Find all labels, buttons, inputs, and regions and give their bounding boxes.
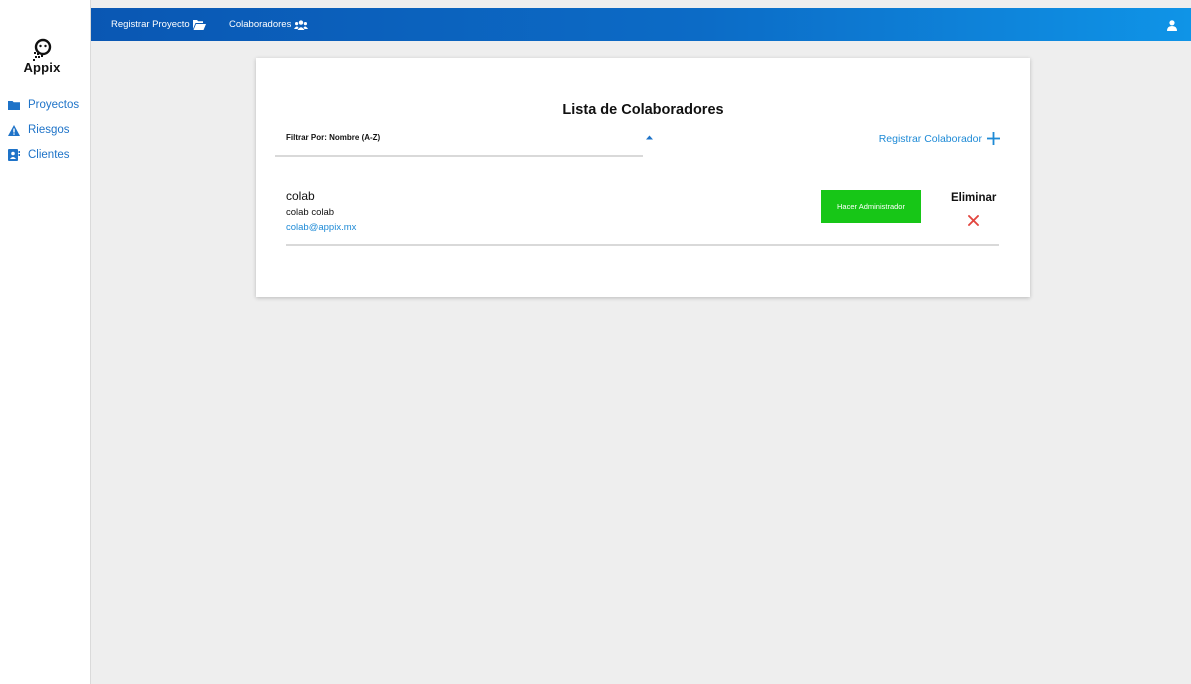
nav-label: Colaboradores [229, 19, 292, 30]
sidebar-item-label: Proyectos [28, 99, 80, 111]
make-admin-button[interactable]: Hacer Administrador [821, 190, 921, 223]
delete-button[interactable] [968, 213, 980, 226]
collaborator-username: colab [286, 189, 315, 203]
register-label: Registrar Colaborador [878, 132, 982, 145]
nav-registrar-proyecto[interactable]: Registrar Proyecto [111, 8, 206, 41]
collaborator-email-link[interactable]: colab@appix.mx [286, 222, 356, 233]
collaborators-card: Lista de Colaboradores Filtrar Por: Nomb… [256, 58, 1030, 297]
page-title: Lista de Colaboradores [562, 102, 724, 118]
user-menu-button[interactable] [1167, 18, 1179, 31]
nav-label: Registrar Proyecto [111, 19, 190, 30]
register-collaborator-link[interactable]: Registrar Colaborador [879, 132, 1000, 145]
delete-label: Eliminar [951, 192, 997, 204]
logo-mark-icon [33, 38, 52, 61]
collaborator-item: colab colab colab colab@appix.mx [286, 189, 356, 233]
sidebar-item-proyectos[interactable]: Proyectos [8, 97, 79, 113]
filter-label: Filtrar Por: Nombre (A-Z) [286, 133, 381, 142]
sidebar-item-clientes[interactable]: Clientes [8, 147, 70, 163]
app-logo[interactable]: Appix [20, 38, 64, 75]
sidebar-item-label: Clientes [28, 149, 70, 161]
folder-open-icon [192, 19, 206, 30]
users-icon [294, 19, 309, 30]
logo-text: Appix [23, 60, 61, 75]
user-icon [1167, 20, 1177, 31]
sidebar: Appix Proyectos Riesgos Clientes [0, 0, 91, 684]
close-icon [968, 215, 979, 226]
filter-select[interactable]: Filtrar Por: Nombre (A-Z) [275, 131, 653, 157]
row-divider [286, 244, 999, 246]
contact-card-icon [8, 149, 20, 161]
collaborator-full-name: colab colab [286, 207, 335, 218]
sidebar-item-riesgos[interactable]: Riesgos [8, 122, 70, 138]
sidebar-item-label: Riesgos [28, 124, 70, 136]
warning-icon [8, 124, 20, 136]
nav-colaboradores[interactable]: Colaboradores [229, 8, 309, 41]
folder-icon [8, 99, 20, 111]
plus-icon [987, 132, 1000, 145]
caret-up-icon [646, 135, 653, 140]
top-navbar: Registrar Proyecto Colaboradores [91, 8, 1191, 41]
